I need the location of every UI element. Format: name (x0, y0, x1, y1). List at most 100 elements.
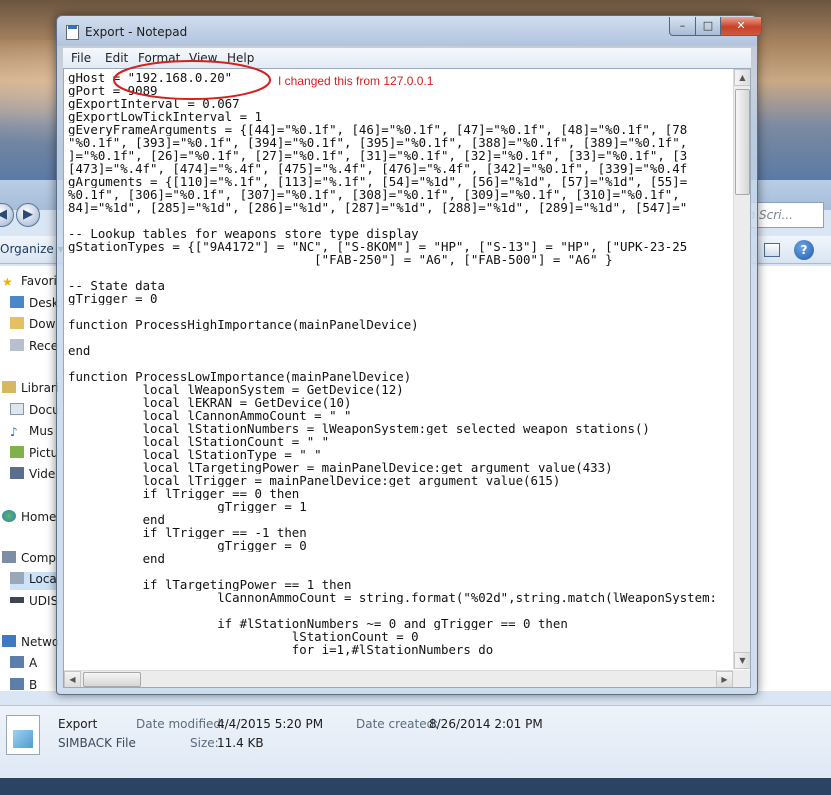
sidebar-item-videos[interactable]: Vide (10, 467, 55, 485)
downloads-icon (10, 317, 24, 329)
text-line: lCannonAmmoCount = string.format("%02d",… (68, 591, 718, 604)
sidebar-item-label: Netwo (21, 635, 60, 649)
organize-button[interactable]: Organize ▾ (0, 242, 64, 256)
back-arrow-icon[interactable]: ◀ (0, 203, 14, 227)
sidebar-item-network-a[interactable]: A (10, 656, 37, 674)
help-icon[interactable]: ? (794, 240, 814, 260)
size-grip[interactable] (733, 670, 750, 687)
text-line: gEveryFrameArguments = {[44]="%0.1f", [4… (68, 123, 688, 136)
simback-file-icon (6, 715, 40, 755)
details-file-name: Export (58, 717, 98, 731)
sidebar-item-label: Desk (29, 296, 59, 310)
text-line: local lCannonAmmoCount = " " (68, 409, 352, 422)
date-modified-label: Date modified: (136, 717, 226, 731)
text-line: end (68, 513, 165, 526)
star-icon: ★ (2, 275, 13, 289)
menu-edit[interactable]: Edit (105, 51, 128, 65)
text-line: local lWeaponSystem = GetDevice(12) (68, 383, 404, 396)
minimize-button[interactable]: – (669, 17, 696, 36)
sidebar-item-downloads[interactable]: Dow (10, 317, 55, 335)
text-line (68, 604, 732, 617)
sidebar-item-label: Dow (29, 317, 56, 331)
text-line: local lStationNumbers = lWeaponSystem:ge… (68, 422, 650, 435)
sidebar-item-label: A (29, 656, 38, 670)
text-line: local lStationType = " " (68, 448, 322, 461)
annotation-note: I changed this from 127.0.0.1 (278, 74, 434, 88)
homegroup-icon (2, 510, 16, 522)
text-line (68, 305, 732, 318)
vertical-scrollbar[interactable]: ▲ ▼ (733, 69, 750, 669)
notepad-window: Export - Notepad – □ ✕ File Edit Format … (56, 15, 762, 695)
text-line: local lEKRAN = GetDevice(10) (68, 396, 352, 409)
text-line: lStationCount = 0 (68, 630, 419, 643)
text-line: if lTrigger == -1 then (68, 526, 307, 539)
text-line: ]="%0.1f", [26]="%0.1f", [27]="%0.1f", [… (68, 149, 688, 162)
sidebar-item-homegroup[interactable]: Home (2, 510, 56, 528)
sidebar-item-local-disk[interactable]: Loca (10, 572, 57, 590)
scroll-left-icon[interactable]: ◀ (64, 671, 81, 687)
sidebar-item-label: B (29, 678, 38, 692)
desktop-icon (10, 296, 24, 308)
date-modified-value: 4/4/2015 5:20 PM (217, 717, 324, 731)
sidebar-item-label: Vide (29, 467, 56, 481)
local-disk-icon (10, 572, 24, 584)
text-line: gArguments = {[110]="%.1f", [113]="%.1f"… (68, 175, 688, 188)
sidebar-item-label: Loca (29, 572, 57, 586)
sidebar-item-recent[interactable]: Rece (10, 339, 58, 357)
text-line: -- State data (68, 279, 165, 292)
date-created-label: Date created: (356, 717, 439, 731)
text-line (68, 331, 732, 344)
text-line: local lTargetingPower = mainPanelDevice:… (68, 461, 613, 474)
sidebar-item-network[interactable]: Netwo (2, 635, 59, 653)
text-line: local lStationCount = " " (68, 435, 330, 448)
text-line (68, 214, 732, 227)
sidebar-item-libraries[interactable]: Librari (2, 381, 59, 399)
sidebar-item-computer[interactable]: Comp (2, 551, 56, 569)
sidebar-item-udisk[interactable]: UDIS (10, 594, 58, 612)
sidebar-item-label: Mus (29, 424, 54, 438)
text-editor[interactable]: gHost = "192.168.0.20" gPort = 9089 gExpor… (63, 68, 751, 688)
sidebar-item-music[interactable]: ♪ Mus (10, 424, 53, 442)
text-content[interactable]: gHost = "192.168.0.20" gPort = 9089 gExpor… (68, 71, 732, 665)
menu-format[interactable]: Format (138, 51, 180, 65)
sidebar-item-documents[interactable]: Docu (10, 403, 60, 421)
close-button[interactable]: ✕ (720, 17, 762, 36)
text-line: 84]="%1d", [285]="%1d", [286]="%1d", [28… (68, 201, 688, 214)
sidebar-item-label: Pictu (29, 446, 59, 460)
network-icon (2, 635, 16, 647)
scroll-up-icon[interactable]: ▲ (734, 69, 750, 86)
text-line: function ProcessLowImportance(mainPanelD… (68, 370, 412, 383)
change-view-icon[interactable] (764, 243, 780, 257)
sidebar-item-network-b[interactable]: B (10, 678, 37, 696)
text-line: [473]="%.4f", [474]="%.4f", [475]="%.4f"… (68, 162, 688, 175)
size-label: Size: (190, 736, 219, 750)
text-line: %0.1f", [306]="%0.1f", [307]="%0.1f", [3… (68, 188, 680, 201)
vertical-scroll-thumb[interactable] (735, 89, 750, 195)
explorer-nav-buttons: ◀ ▶ (0, 200, 60, 234)
text-line (68, 266, 732, 279)
documents-icon (10, 403, 24, 415)
text-line: gTrigger = 0 (68, 539, 307, 552)
menu-view[interactable]: View (189, 51, 217, 65)
text-line: ["FAB-250"] = "A6", ["FAB-500"] = "A6" } (68, 253, 613, 266)
text-line: local lTrigger = mainPanelDevice:get_arg… (68, 474, 561, 487)
sidebar-item-label: Librari (21, 381, 60, 395)
scroll-down-icon[interactable]: ▼ (734, 652, 750, 669)
sidebar-item-favorites[interactable]: ★ Favori (2, 274, 57, 292)
horizontal-scroll-thumb[interactable] (83, 672, 141, 687)
text-line: if lTrigger == 0 then (68, 487, 300, 500)
details-file-type: SIMBACK File (58, 736, 136, 750)
sidebar-item-desktop[interactable]: Desk (10, 296, 59, 314)
maximize-button[interactable]: □ (695, 17, 721, 36)
text-line: "%0.1f", [393]="%0.1f", [394]="%0.1f", [… (68, 136, 688, 149)
sidebar-item-pictures[interactable]: Pictu (10, 446, 58, 464)
navigation-pane: ★ Favori Desk Dow Rece Librari Docu ♪ Mus … (0, 266, 60, 692)
scroll-right-icon[interactable]: ▶ (716, 671, 733, 687)
taskbar (0, 778, 831, 795)
menu-help[interactable]: Help (227, 51, 254, 65)
menu-file[interactable]: File (71, 51, 91, 65)
forward-arrow-icon[interactable]: ▶ (16, 203, 40, 227)
menu-bar: File Edit Format View Help (63, 48, 751, 68)
horizontal-scrollbar[interactable]: ◀ ▶ (64, 670, 733, 687)
window-title: Export - Notepad (85, 25, 188, 39)
